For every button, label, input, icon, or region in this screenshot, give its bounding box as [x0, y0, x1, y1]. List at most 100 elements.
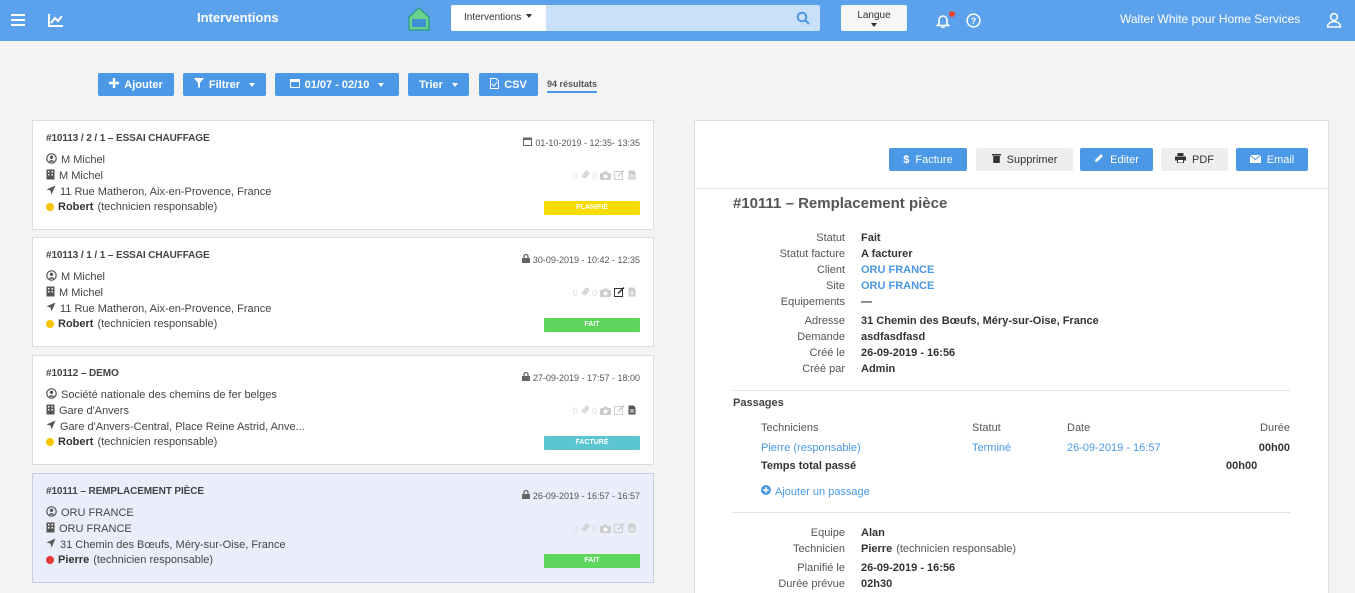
add-button[interactable]: Ajouter [98, 73, 174, 96]
search-scope-dropdown[interactable]: Interventions [451, 5, 546, 31]
card-date-text: 01-10-2019 - 12:35- 13:35 [535, 137, 640, 148]
card-address-text: 11 Rue Matheron, Aix-en-Provence, France [60, 185, 272, 198]
camera-icon [600, 406, 611, 417]
card-address-text: Gare d'Anvers-Central, Place Reine Astri… [60, 420, 305, 433]
lock-icon [521, 489, 530, 501]
search-input[interactable] [546, 5, 791, 31]
attachment-count: 0 [572, 288, 578, 298]
email-button-label: Email [1266, 153, 1295, 166]
card-site: M Michel [46, 286, 103, 300]
brand-logo-icon [407, 6, 431, 32]
column-header-technicians: Techniciens [761, 422, 819, 434]
total-time-value: 00h00 [1226, 460, 1258, 472]
passages-section-title: Passages [733, 397, 784, 409]
divider [695, 188, 1328, 189]
status-badge: FAIT [544, 554, 640, 568]
camera-icon [600, 288, 611, 299]
document-icon [628, 170, 636, 182]
card-technician: Pierre (technicien responsable) [46, 554, 213, 566]
csv-export-button[interactable]: CSV [479, 73, 538, 96]
card-attachments: 0 0 [573, 522, 636, 535]
detail-field-label: Créé le [809, 347, 845, 359]
card-site: ORU FRANCE [46, 522, 132, 536]
caret-down-icon [526, 14, 533, 18]
envelope-icon [1249, 154, 1262, 166]
help-icon[interactable]: ? [963, 10, 983, 30]
document-icon [628, 523, 636, 535]
search-scope-label: Interventions [464, 12, 522, 23]
card-date: 27-09-2019 - 17:57 - 18:00 [521, 371, 640, 383]
intervention-card[interactable]: #10113 / 2 / 1 – ESSAI CHAUFFAGE 01-10-2… [32, 120, 654, 230]
intervention-card[interactable]: #10113 / 1 / 1 – ESSAI CHAUFFAGE 30-09-2… [32, 237, 654, 347]
paperclip-icon [581, 523, 589, 535]
card-address: 11 Rue Matheron, Aix-en-Provence, France [46, 302, 271, 315]
edit-button[interactable]: Editer [1080, 148, 1153, 171]
add-passage-link[interactable]: Ajouter un passage [761, 485, 870, 498]
trash-icon [991, 153, 1001, 166]
divider [733, 390, 1290, 391]
team-field-label: Equipe [810, 527, 845, 539]
email-button[interactable]: Email [1236, 148, 1308, 171]
search-bar: Interventions [451, 5, 820, 31]
passage-date-link[interactable]: 26-09-2019 - 16:57 [1067, 442, 1161, 454]
intervention-card[interactable]: #10112 – DEMO 27-09-2019 - 17:57 - 18:00… [32, 355, 654, 465]
team-field-value-text: Pierre [861, 543, 893, 555]
edit-note-icon [614, 169, 625, 182]
user-icon[interactable] [1324, 10, 1344, 30]
detail-field-value: A facturer [861, 248, 913, 260]
status-badge: PLANIFIÉ [544, 201, 640, 215]
card-date: 26-09-2019 - 16:57 - 16:57 [521, 489, 640, 501]
technician-status-dot [46, 320, 54, 328]
status-badge: FAIT [544, 318, 640, 332]
passage-technician-link[interactable]: Pierre (responsable) [761, 442, 861, 454]
detail-field-value[interactable]: ORU FRANCE [861, 280, 934, 292]
chart-icon[interactable] [46, 10, 66, 30]
hamburger-menu-icon[interactable] [8, 10, 28, 30]
detail-field-value[interactable]: ORU FRANCE [861, 264, 934, 276]
paperclip-icon [581, 405, 589, 417]
delete-button[interactable]: Supprimer [976, 148, 1073, 171]
attachment-count: 0 [572, 406, 578, 416]
card-date-text: 30-09-2019 - 10:42 - 12:35 [532, 254, 640, 265]
caret-down-icon [451, 82, 458, 87]
detail-field-label: Site [826, 280, 845, 292]
card-client: ORU FRANCE [46, 506, 134, 520]
team-field-value-text: 26-09-2019 - 16:56 [861, 562, 956, 574]
camera-icon [600, 171, 611, 182]
search-icon[interactable] [796, 11, 810, 25]
total-time-label: Temps total passé [761, 460, 857, 472]
card-site-text: M Michel [59, 287, 104, 299]
intervention-card[interactable]: #10111 – REMPLACEMENT PIÈCE 26-09-2019 -… [32, 473, 654, 583]
card-address: 31 Chemin des Bœufs, Méry-sur-Oise, Fran… [46, 538, 286, 551]
user-name[interactable]: Walter White pour Home Services [1120, 12, 1300, 26]
status-badge: FACTURÉ [544, 436, 640, 450]
column-header-date: Date [1067, 422, 1091, 434]
photo-count: 0 [591, 171, 597, 181]
invoice-button[interactable]: $ Facture [889, 148, 967, 171]
language-dropdown[interactable]: Langue [841, 5, 907, 31]
card-client: M Michel [46, 270, 105, 284]
card-site-text: ORU FRANCE [59, 523, 132, 535]
printer-icon [1175, 153, 1186, 166]
intervention-detail-panel: $ Facture Supprimer Editer PDF Email #10… [694, 120, 1329, 593]
passage-status: Terminé [972, 442, 1012, 454]
card-date: 01-10-2019 - 12:35- 13:35 [523, 137, 640, 148]
team-field-value: Alan [861, 527, 885, 539]
sort-button[interactable]: Trier [408, 73, 469, 96]
dollar-icon: $ [903, 153, 910, 166]
card-title: #10113 / 1 / 1 – ESSAI CHAUFFAGE [46, 250, 210, 261]
calendar-icon [523, 137, 533, 148]
pdf-button[interactable]: PDF [1161, 148, 1228, 171]
card-attachments: 0 0 [573, 169, 636, 182]
paperclip-icon [581, 170, 589, 182]
calendar-icon [289, 78, 300, 91]
card-date-text: 26-09-2019 - 16:57 - 16:57 [532, 490, 640, 501]
results-count[interactable]: 94 résultats [547, 79, 598, 93]
detail-field-value: 31 Chemin des Bœufs, Méry-sur-Oise, Fran… [861, 315, 1099, 327]
card-technician-name: Robert [58, 318, 94, 330]
card-site: M Michel [46, 169, 103, 183]
edit-note-icon [614, 522, 625, 535]
building-icon [46, 522, 55, 536]
date-range-button[interactable]: 01/07 - 02/10 [275, 73, 399, 96]
filter-button[interactable]: Filtrer [183, 73, 266, 96]
